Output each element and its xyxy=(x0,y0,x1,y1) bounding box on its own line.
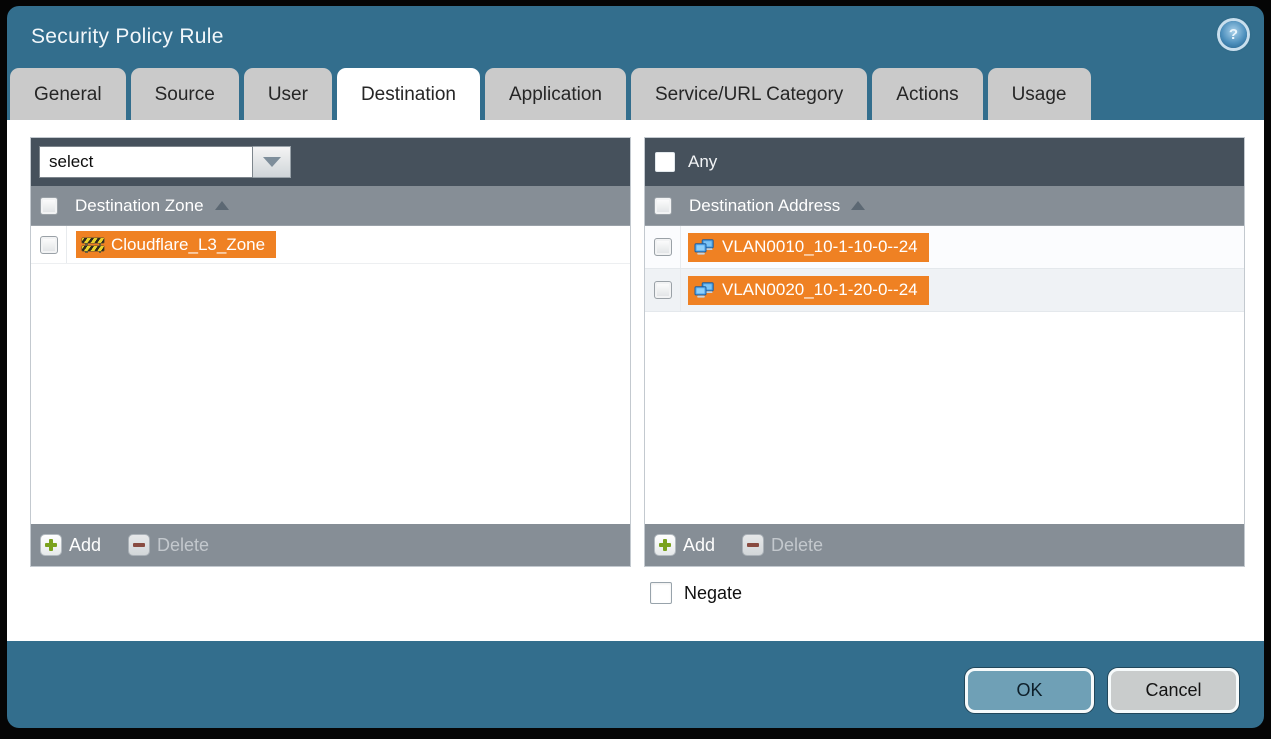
address-add-button[interactable]: Add xyxy=(654,534,715,556)
tab-service-url-category[interactable]: Service/URL Category xyxy=(631,68,867,120)
address-chip[interactable]: VLAN0010_10-1-10-0--24 xyxy=(688,233,929,262)
add-icon xyxy=(654,534,676,556)
address-name: VLAN0020_10-1-20-0--24 xyxy=(722,280,918,300)
help-glyph: ? xyxy=(1229,26,1238,43)
address-row-checkbox[interactable] xyxy=(654,238,672,256)
title-bar: Security Policy Rule ? xyxy=(7,6,1264,68)
negate-label: Negate xyxy=(684,583,742,604)
address-column-header-row: Destination Address xyxy=(645,186,1244,226)
delete-icon xyxy=(742,534,764,556)
table-row[interactable]: Cloudflare_L3_Zone xyxy=(31,226,630,264)
delete-icon xyxy=(128,534,150,556)
add-icon xyxy=(40,534,62,556)
zone-column-header-row: Destination Zone xyxy=(31,186,630,226)
table-row[interactable]: VLAN0020_10-1-20-0--24 xyxy=(645,269,1244,312)
sort-asc-icon xyxy=(215,201,229,210)
any-label: Any xyxy=(688,152,717,172)
address-name: VLAN0010_10-1-10-0--24 xyxy=(722,237,918,257)
address-rows: VLAN0010_10-1-10-0--24 xyxy=(645,226,1244,524)
table-row[interactable]: VLAN0010_10-1-10-0--24 xyxy=(645,226,1244,269)
cancel-button[interactable]: Cancel xyxy=(1108,668,1239,713)
address-icon xyxy=(694,239,715,256)
zone-footer-bar: Add Delete xyxy=(31,524,630,566)
zone-row-checkbox[interactable] xyxy=(40,236,58,254)
content-area: select Destination Zone xyxy=(7,120,1264,641)
zone-select-value[interactable]: select xyxy=(39,146,253,178)
zone-chip[interactable]: Cloudflare_L3_Zone xyxy=(76,231,276,258)
address-row-checkbox[interactable] xyxy=(654,281,672,299)
address-chip[interactable]: VLAN0020_10-1-20-0--24 xyxy=(688,276,929,305)
sort-asc-icon xyxy=(851,201,865,210)
tab-user[interactable]: User xyxy=(244,68,332,120)
zone-rows: Cloudflare_L3_Zone xyxy=(31,226,630,524)
tab-usage[interactable]: Usage xyxy=(988,68,1091,120)
address-any-bar: Any xyxy=(645,138,1244,186)
tab-destination[interactable]: Destination xyxy=(337,68,480,120)
address-delete-button[interactable]: Delete xyxy=(742,534,823,556)
dialog-title: Security Policy Rule xyxy=(31,25,224,49)
any-checkbox[interactable] xyxy=(655,152,675,172)
zone-select-all-checkbox[interactable] xyxy=(40,197,58,215)
tab-source[interactable]: Source xyxy=(131,68,239,120)
zone-add-button[interactable]: Add xyxy=(40,534,101,556)
help-icon[interactable]: ? xyxy=(1220,21,1247,48)
address-select-all-checkbox[interactable] xyxy=(654,197,672,215)
ok-button[interactable]: OK xyxy=(965,668,1094,713)
negate-checkbox[interactable] xyxy=(650,582,672,604)
address-column-header[interactable]: Destination Address xyxy=(689,196,840,216)
zone-select-input[interactable]: select xyxy=(39,146,291,178)
security-policy-rule-dialog: Security Policy Rule ? General Source Us… xyxy=(7,6,1264,728)
zone-toolbar: select xyxy=(31,138,630,186)
tab-general[interactable]: General xyxy=(10,68,126,120)
address-footer-bar: Add Delete xyxy=(645,524,1244,566)
screen: Security Policy Rule ? General Source Us… xyxy=(0,0,1271,739)
address-icon xyxy=(694,282,715,299)
zone-name: Cloudflare_L3_Zone xyxy=(111,235,265,255)
negate-option: Negate xyxy=(650,582,742,604)
destination-address-panel: Any Destination Address xyxy=(644,137,1245,567)
zone-delete-button[interactable]: Delete xyxy=(128,534,209,556)
chevron-down-icon xyxy=(263,157,281,167)
zone-select-dropdown-button[interactable] xyxy=(253,146,291,178)
destination-zone-panel: select Destination Zone xyxy=(30,137,631,567)
zone-column-header[interactable]: Destination Zone xyxy=(75,196,204,216)
zone-icon xyxy=(82,237,104,253)
tab-bar: General Source User Destination Applicat… xyxy=(10,68,1091,120)
tab-application[interactable]: Application xyxy=(485,68,626,120)
tab-actions[interactable]: Actions xyxy=(872,68,982,120)
